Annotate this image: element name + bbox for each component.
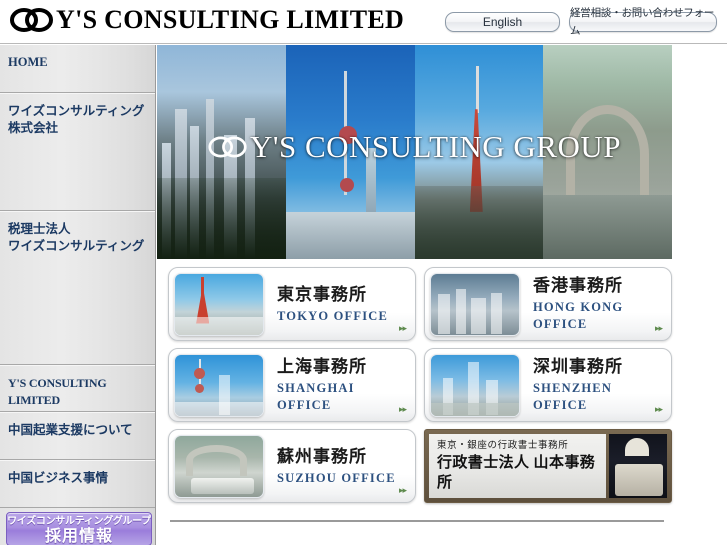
office-name-ja: 深圳事務所 bbox=[533, 357, 623, 376]
double-ring-logo-icon bbox=[208, 136, 247, 158]
chevron-double-right-icon: ▸▸ bbox=[398, 486, 407, 496]
site-logo[interactable]: Y'S CONSULTING LIMITED bbox=[10, 6, 404, 34]
page-root: Y'S CONSULTING LIMITED English 経営相談・お問い合… bbox=[0, 0, 727, 545]
recruitment-banner[interactable]: ワイズコンサルティンググループ 採用情報 bbox=[6, 512, 152, 545]
sidebar-item-label: ワイズコンサルティング bbox=[8, 104, 145, 118]
office-card-row: 東京事務所 TOKYO OFFICE ▸▸ 香港事務所 HONG KONG OF… bbox=[168, 267, 672, 341]
office-card-text: 蘇州事務所 SUZHOU OFFICE bbox=[264, 446, 396, 487]
english-button[interactable]: English bbox=[445, 12, 560, 32]
office-card-hong-kong[interactable]: 香港事務所 HONG KONG OFFICE ▸▸ bbox=[424, 267, 672, 341]
suzhou-thumb bbox=[174, 434, 264, 498]
office-card-tokyo[interactable]: 東京事務所 TOKYO OFFICE ▸▸ bbox=[168, 267, 416, 341]
yamamoto-office-banner[interactable]: 東京・銀座の行政書士事務所 行政書士法人 山本事務所 bbox=[424, 429, 672, 503]
double-ring-logo-icon bbox=[10, 8, 53, 32]
office-card-text: 上海事務所 SHANGHAI OFFICE bbox=[264, 356, 410, 414]
main-content: Y'S CONSULTING GROUP 東京事務所 TOKYO OFFICE … bbox=[157, 45, 727, 545]
office-name-ja: 東京事務所 bbox=[277, 284, 367, 304]
sidebar-item-ys-consulting-kk[interactable]: ワイズコンサルティング 株式会社 bbox=[0, 93, 155, 211]
office-name-en: HONG KONG OFFICE bbox=[533, 300, 624, 331]
office-card-suzhou[interactable]: 蘇州事務所 SUZHOU OFFICE ▸▸ bbox=[168, 429, 416, 503]
hero-title: Y'S CONSULTING GROUP bbox=[157, 129, 672, 165]
office-name-ja: 上海事務所 bbox=[277, 357, 367, 376]
office-card-text: 東京事務所 TOKYO OFFICE bbox=[264, 284, 388, 325]
hero-banner: Y'S CONSULTING GROUP bbox=[157, 45, 672, 259]
sidebar-item-china-startup-support[interactable]: 中国起業支援について bbox=[0, 412, 155, 460]
sidebar-item-sublabel: 株式会社 bbox=[8, 121, 59, 135]
hero-title-text: Y'S CONSULTING GROUP bbox=[250, 129, 621, 164]
yamamoto-banner-text: 東京・銀座の行政書士事務所 行政書士法人 山本事務所 bbox=[429, 434, 606, 498]
yamamoto-banner-line1: 東京・銀座の行政書士事務所 bbox=[437, 441, 569, 451]
recruitment-banner-line1: ワイズコンサルティンググループ bbox=[7, 516, 151, 527]
office-name-en: SHENZHEN OFFICE bbox=[533, 381, 613, 412]
chevron-double-right-icon: ▸▸ bbox=[654, 324, 663, 334]
office-name-ja: 蘇州事務所 bbox=[277, 446, 367, 466]
sidebar-item-label: 中国起業支援について bbox=[8, 423, 133, 437]
office-card-shenzhen[interactable]: 深圳事務所 SHENZHEN OFFICE ▸▸ bbox=[424, 348, 672, 422]
yamamoto-banner-line2: 行政書士法人 山本事務所 bbox=[437, 455, 596, 491]
sidebar-item-china-business-news[interactable]: 中国ビジネス事情 bbox=[0, 460, 155, 508]
hong-kong-thumb bbox=[430, 272, 520, 336]
chevron-double-right-icon: ▸▸ bbox=[398, 324, 407, 334]
footer-divider bbox=[170, 520, 664, 522]
sidebar-nav: HOME ワイズコンサルティング 株式会社 税理士法人 ワイズコンサルティング … bbox=[0, 45, 156, 545]
contact-form-button[interactable]: 経営相談・お問い合わせフォーム bbox=[569, 7, 717, 37]
sidebar-item-label: 税理士法人 bbox=[8, 222, 71, 236]
office-card-shanghai[interactable]: 上海事務所 SHANGHAI OFFICE ▸▸ bbox=[168, 348, 416, 422]
office-name-en: SUZHOU OFFICE bbox=[277, 470, 396, 485]
office-name-en: TOKYO OFFICE bbox=[277, 308, 389, 323]
chevron-double-right-icon: ▸▸ bbox=[654, 405, 663, 415]
shanghai-thumb bbox=[174, 353, 264, 417]
sidebar-item-tax-corporation[interactable]: 税理士法人 ワイズコンサルティング bbox=[0, 211, 155, 365]
recruitment-banner-line2: 採用情報 bbox=[44, 528, 113, 545]
sidebar-item-label: Y'S CONSULTING LIMITED bbox=[8, 376, 107, 407]
office-card-text: 深圳事務所 SHENZHEN OFFICE bbox=[520, 356, 666, 414]
sidebar-item-label: 中国ビジネス事情 bbox=[8, 471, 109, 485]
site-logo-text: Y'S CONSULTING LIMITED bbox=[56, 5, 405, 34]
sidebar-item-ys-consulting-limited[interactable]: Y'S CONSULTING LIMITED bbox=[0, 365, 155, 412]
chevron-double-right-icon: ▸▸ bbox=[398, 405, 407, 415]
office-card-row: 蘇州事務所 SUZHOU OFFICE ▸▸ 東京・銀座の行政書士事務所 行政書… bbox=[168, 429, 672, 503]
header-buttons: English 経営相談・お問い合わせフォーム bbox=[445, 7, 717, 37]
office-card-grid: 東京事務所 TOKYO OFFICE ▸▸ 香港事務所 HONG KONG OF… bbox=[168, 267, 672, 510]
sidebar-item-home[interactable]: HOME bbox=[0, 45, 155, 93]
office-name-ja: 香港事務所 bbox=[533, 276, 623, 295]
shenzhen-thumb bbox=[430, 353, 520, 417]
sidebar-item-label: HOME bbox=[8, 55, 48, 69]
office-card-row: 上海事務所 SHANGHAI OFFICE ▸▸ 深圳事務所 SHENZHEN bbox=[168, 348, 672, 422]
office-card-text: 香港事務所 HONG KONG OFFICE bbox=[520, 275, 666, 333]
sidebar-item-sublabel: ワイズコンサルティング bbox=[8, 239, 145, 253]
office-name-en: SHANGHAI OFFICE bbox=[277, 381, 355, 412]
tokyo-tower-thumb bbox=[174, 272, 264, 336]
site-header: Y'S CONSULTING LIMITED English 経営相談・お問い合… bbox=[0, 0, 727, 44]
ginza-building-night-photo bbox=[609, 434, 667, 498]
recruitment-promo-wrapper: ワイズコンサルティンググループ 採用情報 bbox=[0, 508, 156, 545]
